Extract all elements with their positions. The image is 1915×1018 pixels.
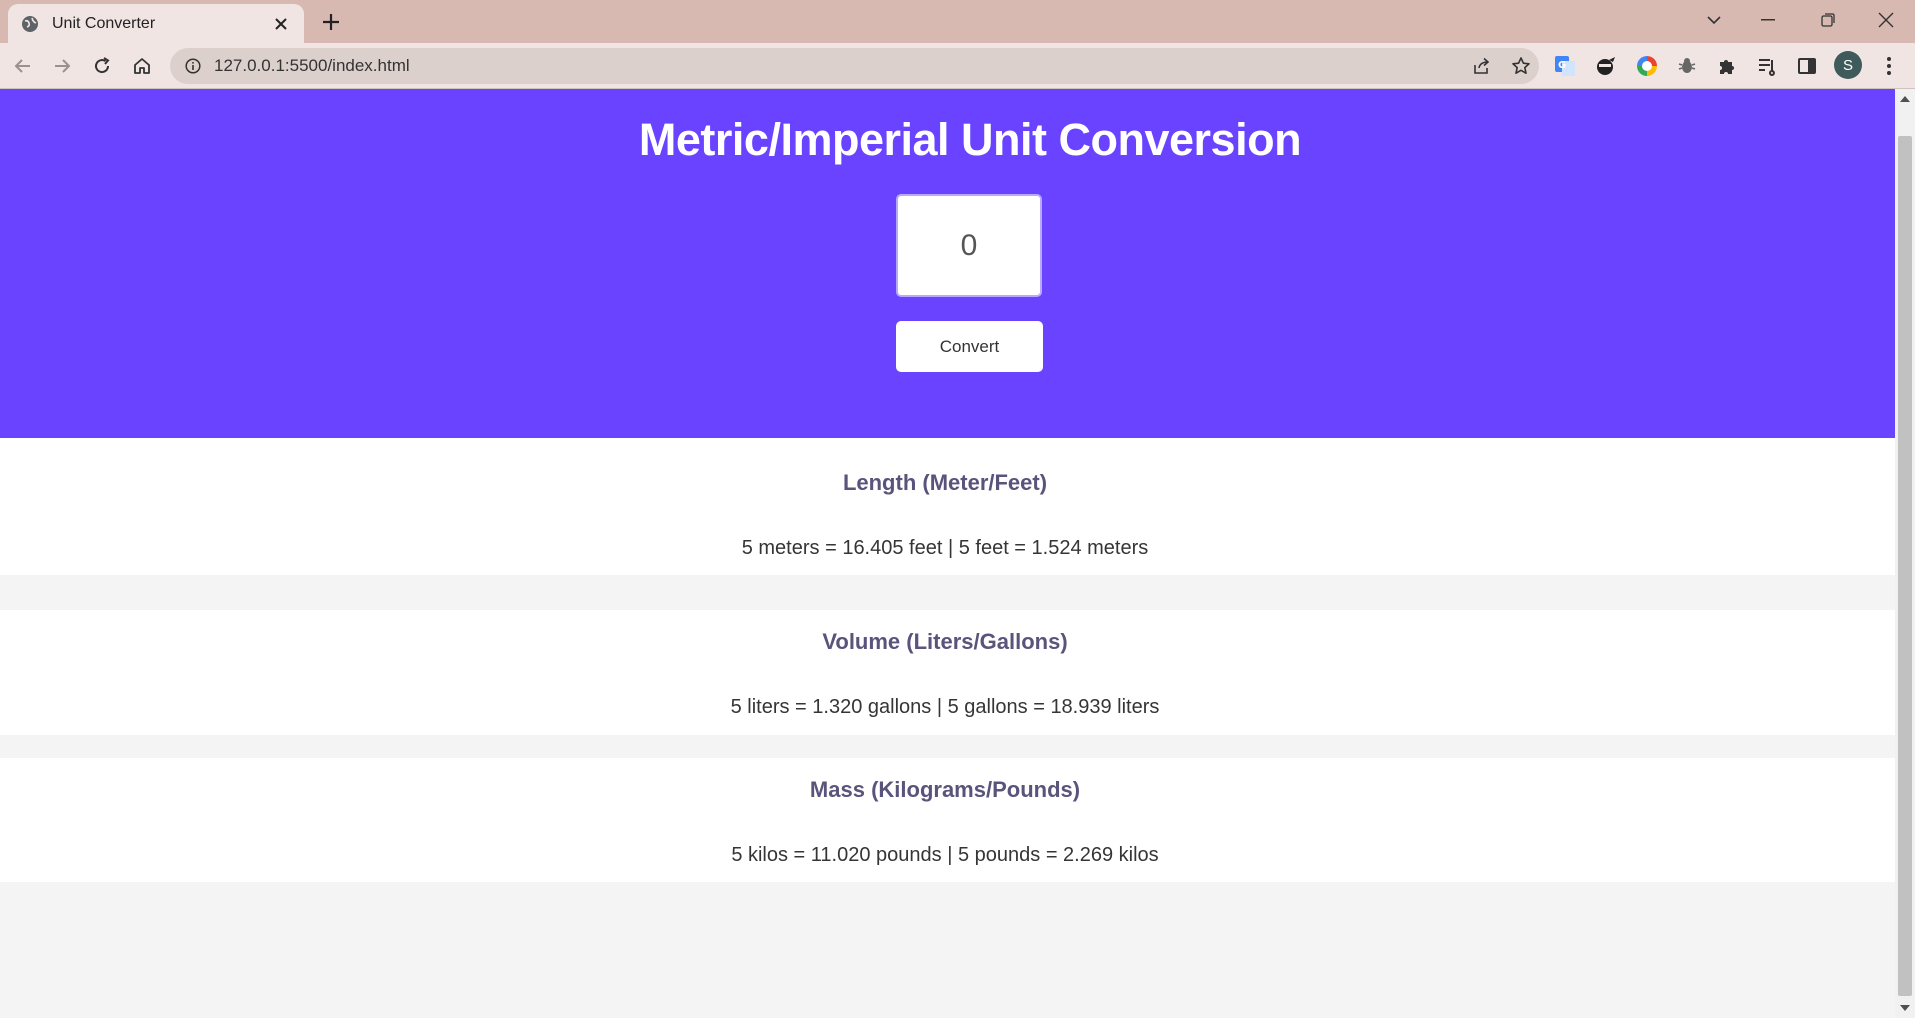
reload-icon[interactable]	[87, 51, 117, 81]
convert-button[interactable]: Convert	[896, 321, 1043, 372]
chevron-down-icon[interactable]	[1698, 6, 1730, 34]
mass-result-text: 5 kilos = 11.020 pounds | 5 pounds = 2.2…	[731, 844, 1159, 866]
page-viewport: Metric/Imperial Unit Conversion Convert …	[0, 89, 1895, 1018]
scrollbar-thumb[interactable]	[1898, 136, 1912, 996]
browser-toolbar: 127.0.0.1:5500/index.html G S	[0, 43, 1915, 89]
scroll-up-arrow-icon[interactable]	[1895, 89, 1915, 109]
browser-tab[interactable]: Unit Converter	[8, 4, 304, 43]
colorpicker-extension-icon[interactable]	[1632, 51, 1662, 81]
side-panel-icon[interactable]	[1792, 51, 1822, 81]
puzzle-icon[interactable]	[1712, 51, 1742, 81]
browser-tabstrip: Unit Converter	[0, 0, 1915, 43]
avatar[interactable]: S	[1834, 51, 1862, 79]
info-icon[interactable]	[184, 57, 202, 75]
ninja-extension-icon[interactable]	[1590, 51, 1620, 81]
plus-icon[interactable]	[318, 9, 344, 35]
vertical-scrollbar[interactable]	[1895, 89, 1915, 1018]
mass-result-card: Mass (Kilograms/Pounds) 5 kilos = 11.020…	[0, 758, 1895, 882]
number-input[interactable]	[896, 194, 1042, 297]
volume-result-text: 5 liters = 1.320 gallons | 5 gallons = 1…	[730, 696, 1160, 718]
hero-section: Metric/Imperial Unit Conversion Convert	[0, 89, 1895, 438]
translate-icon[interactable]: G	[1550, 51, 1580, 81]
length-result-card: Length (Meter/Feet) 5 meters = 16.405 fe…	[0, 438, 1895, 575]
svg-text:G: G	[1558, 60, 1566, 71]
back-arrow-icon[interactable]	[8, 51, 38, 81]
profile-initial: S	[1842, 56, 1853, 74]
bug-extension-icon[interactable]	[1672, 51, 1702, 81]
page-title: Metric/Imperial Unit Conversion	[638, 114, 1302, 165]
address-bar[interactable]: 127.0.0.1:5500/index.html	[170, 48, 1539, 84]
close-window-icon[interactable]	[1870, 6, 1902, 34]
restore-icon[interactable]	[1812, 6, 1844, 34]
volume-heading: Volume (Liters/Gallons)	[822, 629, 1068, 654]
kebab-menu-icon[interactable]	[1874, 51, 1904, 81]
volume-result-card: Volume (Liters/Gallons) 5 liters = 1.320…	[0, 610, 1895, 735]
share-icon[interactable]	[1468, 52, 1496, 80]
close-icon[interactable]	[270, 13, 292, 35]
scroll-down-arrow-icon[interactable]	[1895, 998, 1915, 1018]
globe-icon	[20, 14, 40, 34]
length-heading: Length (Meter/Feet)	[842, 470, 1048, 495]
tab-title: Unit Converter	[52, 14, 156, 32]
forward-arrow-icon[interactable]	[47, 51, 77, 81]
star-icon[interactable]	[1507, 52, 1535, 80]
mass-heading: Mass (Kilograms/Pounds)	[809, 777, 1081, 802]
home-icon[interactable]	[127, 51, 157, 81]
reading-list-icon[interactable]	[1752, 51, 1782, 81]
url-text: 127.0.0.1:5500/index.html	[214, 56, 410, 75]
length-result-text: 5 meters = 16.405 feet | 5 feet = 1.524 …	[741, 537, 1149, 559]
minimize-icon[interactable]	[1752, 6, 1784, 34]
